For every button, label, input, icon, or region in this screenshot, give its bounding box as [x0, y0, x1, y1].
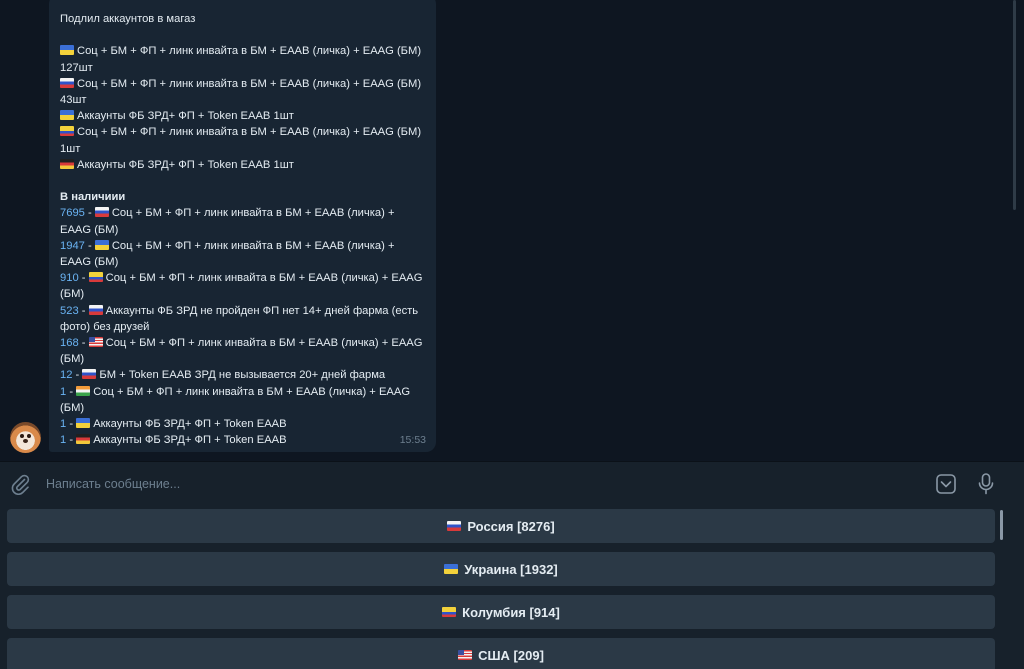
ukraine-flag-icon [60, 110, 74, 121]
update-text: Соц + БМ + ФП + линк инвайта в БМ + ЕААВ… [60, 77, 422, 106]
update-text: Соц + БМ + ФП + линк инвайта в БМ + ЕААВ… [60, 45, 422, 74]
stock-item: 7695 - Соц + БМ + ФП + линк инвайта в БМ… [60, 205, 425, 237]
stock-count-link[interactable]: 7695 [60, 207, 85, 219]
stock-text: Соц + БМ + ФП + линк инвайта в БМ + ЕААВ… [60, 337, 423, 366]
avatar-eye-right [27, 434, 31, 438]
telegram-chat-window: Подлил аккаунтов в магаз Соц + БМ + ФП +… [0, 0, 1024, 669]
stock-item: 1947 - Соц + БМ + ФП + линк инвайта в БМ… [60, 238, 425, 270]
chat-history[interactable]: Подлил аккаунтов в магаз Соц + БМ + ФП +… [0, 0, 1024, 461]
keyboard-button-colombia[interactable]: Колумбия [914] [7, 595, 995, 629]
stock-item: 1 - Аккаунты ФБ ЗРД+ ФП + Token EAAB [60, 432, 425, 448]
stock-count-link[interactable]: 910 [60, 272, 79, 284]
stock-item: 523 - Аккаунты ФБ ЗРД не пройден ФП нет … [60, 303, 425, 335]
stock-heading: В наличиии [60, 191, 126, 204]
stock-text: БМ + Token EAAB ЗРД не вызывается 20+ дн… [99, 369, 386, 382]
russia-flag-icon [60, 77, 74, 88]
message-gap [60, 173, 425, 189]
russia-flag-icon [94, 207, 109, 218]
stock-text: Соц + БМ + ФП + линк инвайта в БМ + ЕААВ… [60, 207, 395, 236]
stock-separator: - [84, 207, 95, 220]
update-line: Аккаунты ФБ ЗРД+ ФП + Token EAAB 1шт [60, 157, 425, 173]
keyboard-toggle-icon[interactable] [935, 473, 957, 495]
russia-flag-icon [88, 304, 103, 315]
stock-item: 168 - Соц + БМ + ФП + линк инвайта в БМ … [60, 335, 425, 367]
update-text: Соц + БМ + ФП + линк инвайта в БМ + ЕААВ… [60, 126, 422, 155]
stock-item: 910 - Соц + БМ + ФП + линк инвайта в БМ … [60, 270, 425, 302]
message-gap [60, 27, 425, 43]
colombia-flag-icon [60, 126, 74, 137]
chat-scrollbar[interactable] [1013, 0, 1016, 210]
keyboard-button-label: Украина [1932] [464, 561, 558, 577]
stock-separator: - [66, 434, 77, 447]
message-composer [0, 461, 1024, 504]
ukraine-flag-icon [60, 45, 74, 56]
ukraine-flag-icon [94, 239, 109, 250]
stock-text: Соц + БМ + ФП + линк инвайта в БМ + ЕААВ… [60, 385, 411, 414]
germany-flag-icon [76, 434, 91, 445]
message-timestamp: 15:53 [399, 433, 426, 446]
keyboard-button-russia[interactable]: Россия [8276] [7, 509, 995, 543]
stock-count-link[interactable]: 168 [60, 337, 79, 349]
avatar-nose [23, 439, 28, 443]
reply-keyboard: Россия [8276] Украина [1932] Колумбия [9… [0, 504, 1024, 669]
stock-separator: - [66, 385, 77, 398]
sender-avatar[interactable] [10, 422, 41, 453]
usa-flag-icon [458, 650, 473, 660]
stock-text: Аккаунты ФБ ЗРД не пройден ФП нет 14+ дн… [60, 304, 419, 333]
paperclip-icon[interactable] [10, 473, 30, 495]
russia-flag-icon [82, 369, 97, 380]
stock-separator: - [72, 369, 83, 382]
keyboard-button-usa[interactable]: США [209] [7, 638, 995, 669]
stock-text: Аккаунты ФБ ЗРД+ ФП + Token EAAB [93, 434, 287, 447]
keyboard-scrollbar[interactable] [1000, 510, 1003, 540]
stock-text: Аккаунты ФБ ЗРД+ ФП + Token EAAB [93, 418, 287, 431]
germany-flag-icon [60, 158, 74, 169]
message-intro: Подлил аккаунтов в магаз [60, 13, 196, 25]
avatar-eye-left [20, 434, 24, 438]
stock-text: Соц + БМ + ФП + линк инвайта в БМ + ЕААВ… [60, 272, 423, 301]
message-input[interactable] [46, 473, 906, 495]
ukraine-flag-icon [444, 564, 459, 574]
keyboard-button-label: Колумбия [914] [462, 604, 560, 620]
keyboard-button-label: США [209] [478, 647, 544, 663]
stock-separator: - [66, 418, 77, 431]
ukraine-flag-icon [76, 418, 91, 429]
update-line: Соц + БМ + ФП + линк инвайта в БМ + ЕААВ… [60, 43, 425, 75]
update-text: Аккаунты ФБ ЗРД+ ФП + Token EAAB 1шт [77, 110, 294, 123]
russia-flag-icon [447, 521, 462, 531]
stock-separator: - [78, 272, 89, 285]
stock-separator: - [78, 337, 89, 350]
colombia-flag-icon [88, 272, 103, 283]
update-line: Аккаунты ФБ ЗРД+ ФП + Token EAAB 1шт [60, 108, 425, 124]
message-bubble[interactable]: Подлил аккаунтов в магаз Соц + БМ + ФП +… [49, 0, 436, 452]
stock-count-link[interactable]: 523 [60, 305, 79, 317]
stock-item: 1 - Аккаунты ФБ ЗРД+ ФП + Token EAAB [60, 416, 425, 432]
stock-count-link[interactable]: 12 [60, 369, 72, 381]
stock-separator: - [78, 304, 89, 317]
stock-item: 12 - БМ + Token EAAB ЗРД не вызывается 2… [60, 367, 425, 383]
keyboard-button-ukraine[interactable]: Украина [1932] [7, 552, 995, 586]
update-line: Соц + БМ + ФП + линк инвайта в БМ + ЕААВ… [60, 124, 425, 156]
stock-item: 1 - Соц + БМ + ФП + линк инвайта в БМ + … [60, 384, 425, 416]
update-line: Соц + БМ + ФП + линк инвайта в БМ + ЕААВ… [60, 76, 425, 108]
microphone-icon[interactable] [976, 472, 996, 496]
keyboard-button-label: Россия [8276] [467, 518, 555, 534]
update-text: Аккаунты ФБ ЗРД+ ФП + Token EAAB 1шт [77, 158, 294, 171]
colombia-flag-icon [442, 607, 457, 617]
stock-text: Соц + БМ + ФП + линк инвайта в БМ + ЕААВ… [60, 239, 395, 269]
stock-separator: - [84, 239, 95, 252]
usa-flag-icon [88, 337, 103, 348]
india-flag-icon [76, 385, 91, 396]
stock-count-link[interactable]: 1947 [60, 240, 85, 252]
